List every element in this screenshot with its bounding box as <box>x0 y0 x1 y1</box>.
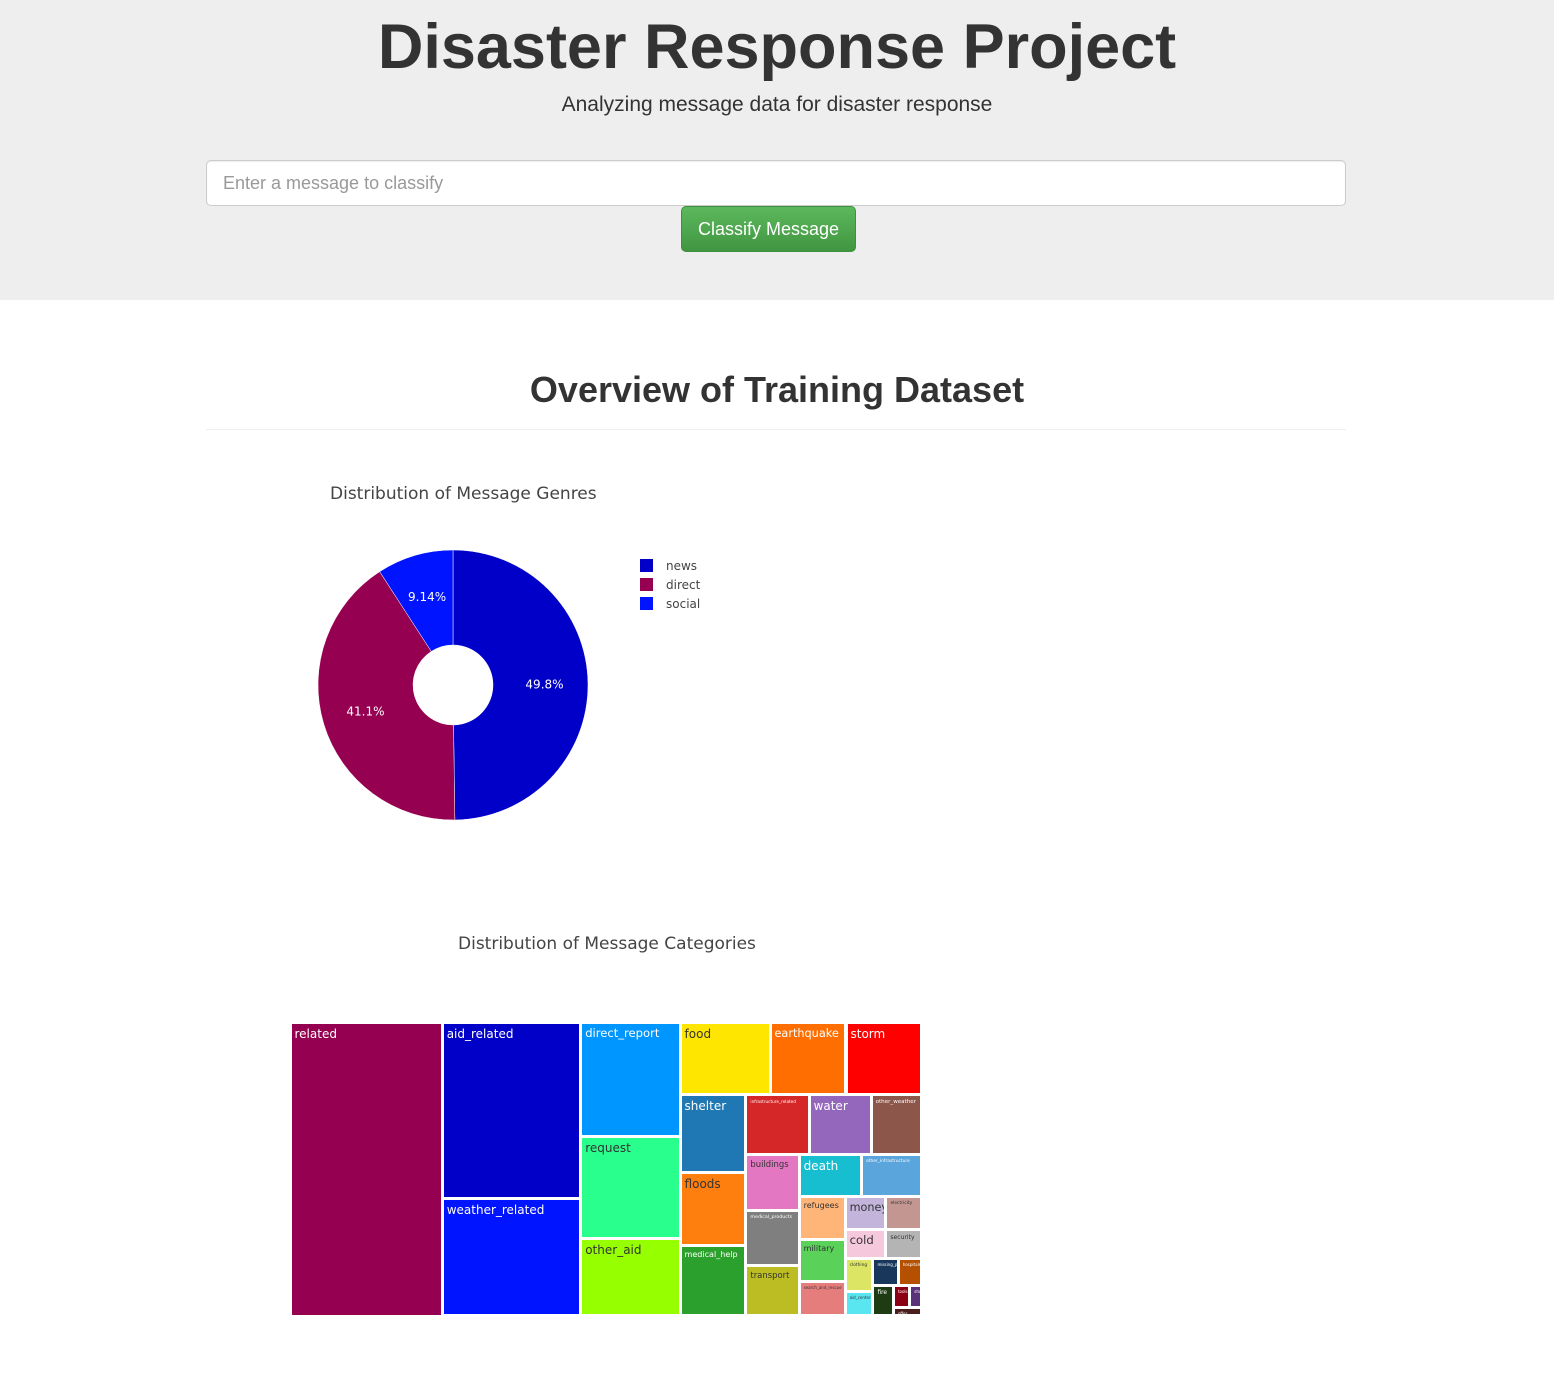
treemap-tile-death[interactable]: death <box>800 1155 861 1196</box>
legend-item-social[interactable]: social <box>640 594 700 613</box>
treemap-tile-clothing[interactable]: clothing <box>846 1260 872 1290</box>
treemap-tile-water[interactable]: water <box>810 1095 870 1153</box>
genre-chart-title: Distribution of Message Genres <box>330 484 597 504</box>
pie-slice-news[interactable] <box>452 549 589 821</box>
legend-label: social <box>666 596 701 611</box>
treemap-tile-aid-centers[interactable]: aid_centers <box>846 1292 872 1315</box>
treemap-tile-related[interactable]: related <box>291 1023 441 1315</box>
treemap-tile-request[interactable]: request <box>582 1138 679 1237</box>
page-title: Disaster Response Project <box>377 12 1177 82</box>
treemap-tile-earthquake[interactable]: earthquake <box>771 1023 845 1093</box>
treemap-tile-cold[interactable]: cold <box>846 1231 885 1258</box>
treemap-tile-search-and-rescue[interactable]: search_and_rescue <box>800 1282 844 1315</box>
treemap-tile-medical-help[interactable]: medical_help <box>681 1246 745 1315</box>
message-input[interactable] <box>206 160 1346 206</box>
treemap-tile-weather-related[interactable]: weather_related <box>443 1199 580 1315</box>
category-treemap: related aid_related weather_related direct_… <box>290 1022 922 1316</box>
treemap-tile-shelter[interactable]: shelter <box>681 1095 745 1171</box>
treemap-tile-transport[interactable]: transport <box>747 1266 798 1315</box>
pie-label-news: 49.8% <box>525 677 563 691</box>
pie-label-direct: 41.1% <box>346 705 384 719</box>
treemap-tile-other-infrastructure[interactable]: other_infrastructure <box>863 1155 921 1196</box>
treemap-tile-security[interactable]: security <box>887 1231 921 1258</box>
legend-item-direct[interactable]: direct <box>640 575 700 594</box>
treemap-tile-direct-report[interactable]: direct_report <box>582 1023 679 1136</box>
page-subtitle: Analyzing message data for disaster resp… <box>561 93 993 116</box>
treemap-tile-infrastructure-related[interactable]: infrastructure_related <box>747 1095 808 1153</box>
treemap-tile-offer[interactable]: offer <box>894 1308 921 1315</box>
treemap-tile-aid-related[interactable]: aid_related <box>443 1023 580 1197</box>
section-divider <box>206 429 1346 430</box>
genre-legend: news direct social <box>640 556 700 613</box>
pie-label-social: 9.14% <box>408 590 446 604</box>
legend-label: news <box>666 558 698 573</box>
treemap-tile-military[interactable]: military <box>800 1240 844 1280</box>
treemap-tile-missing-people[interactable]: missing_people <box>874 1260 897 1284</box>
genre-donut-chart: 49.8% 41.1% 9.14% <box>317 549 589 821</box>
category-chart-title: Distribution of Message Categories <box>458 934 756 954</box>
treemap-tile-storm[interactable]: storm <box>847 1023 921 1093</box>
legend-item-news[interactable]: news <box>640 556 700 575</box>
treemap-tile-floods[interactable]: floods <box>681 1173 745 1244</box>
section-title: Overview of Training Dataset <box>529 369 1025 410</box>
treemap-tile-medical-products[interactable]: medical_products <box>747 1211 798 1264</box>
treemap-tile-other-aid[interactable]: other_aid <box>582 1239 679 1315</box>
classify-message-button[interactable]: Classify Message <box>681 206 856 252</box>
legend-swatch <box>640 578 653 591</box>
legend-swatch <box>640 597 653 610</box>
legend-label: direct <box>666 577 701 592</box>
treemap-tile-tools[interactable]: tools <box>894 1286 909 1306</box>
treemap-tile-shops[interactable]: shops <box>911 1286 921 1306</box>
treemap-tile-food[interactable]: food <box>681 1023 769 1093</box>
treemap-tile-electricity[interactable]: electricity <box>887 1198 921 1229</box>
treemap-tile-fire[interactable]: fire <box>874 1286 892 1315</box>
treemap-tile-refugees[interactable]: refugees <box>800 1198 844 1238</box>
treemap-tile-money[interactable]: money <box>846 1198 885 1229</box>
header-jumbotron: Disaster Response Project Analyzing mess… <box>0 0 1554 300</box>
treemap-tile-hospitals[interactable]: hospitals <box>899 1260 921 1284</box>
legend-swatch <box>640 559 653 572</box>
treemap-tile-buildings[interactable]: buildings <box>747 1155 798 1209</box>
treemap-tile-other-weather[interactable]: other_weather <box>872 1095 921 1153</box>
